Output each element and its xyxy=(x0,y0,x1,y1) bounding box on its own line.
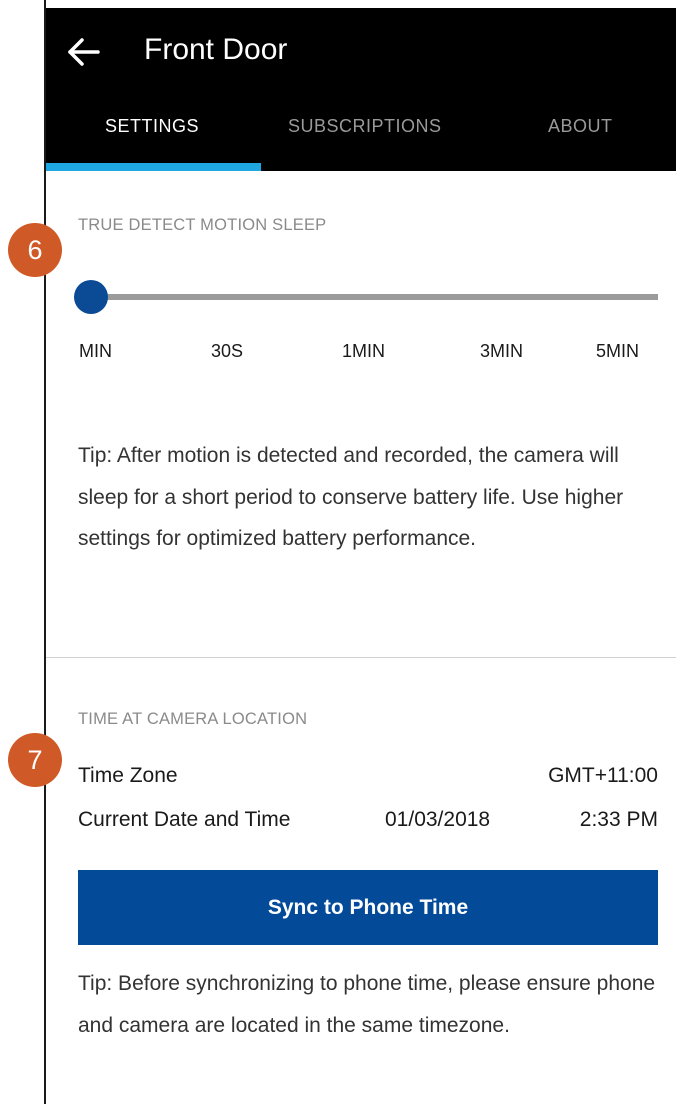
app-header: Front Door SETTINGS SUBSCRIPTIONS ABOUT xyxy=(46,8,676,171)
tab-subscriptions[interactable]: SUBSCRIPTIONS xyxy=(288,114,442,138)
tab-settings[interactable]: SETTINGS xyxy=(105,114,199,138)
slider-stop-30s: 30S xyxy=(211,341,244,361)
time-zone-label: Time Zone xyxy=(78,764,178,787)
sync-to-phone-time-button[interactable]: Sync to Phone Time xyxy=(78,870,658,945)
time-zone-value: GMT+11:00 xyxy=(548,764,658,787)
back-arrow-icon[interactable] xyxy=(66,34,102,70)
time-location-section-label: TIME AT CAMERA LOCATION xyxy=(78,710,308,728)
motion-sleep-tip: Tip: After motion is detected and record… xyxy=(78,444,624,550)
time-value: 2:33 PM xyxy=(579,808,658,831)
date-value: 01/03/2018 xyxy=(385,808,491,831)
slider-stop-3min: 3MIN xyxy=(480,341,524,361)
callout-badge-6: 6 xyxy=(8,223,62,277)
slider-stop-1min: 1MIN xyxy=(342,341,386,361)
slider-stop-min: MIN xyxy=(79,341,112,361)
slider-track[interactable] xyxy=(92,294,658,300)
slider-thumb[interactable] xyxy=(74,280,108,314)
page-title: Front Door xyxy=(144,33,288,66)
section-divider xyxy=(46,657,676,658)
motion-sleep-section-label: TRUE DETECT MOTION SLEEP xyxy=(78,216,327,234)
sync-tip: Tip: Before synchronizing to phone time,… xyxy=(78,972,656,1037)
callout-badge-7: 7 xyxy=(8,733,62,787)
active-tab-indicator xyxy=(46,163,261,171)
datetime-label: Current Date and Time xyxy=(78,808,291,831)
slider-stop-5min: 5MIN xyxy=(596,341,640,361)
settings-screen: Front Door SETTINGS SUBSCRIPTIONS ABOUT … xyxy=(46,0,676,1104)
tab-about[interactable]: ABOUT xyxy=(548,114,613,138)
